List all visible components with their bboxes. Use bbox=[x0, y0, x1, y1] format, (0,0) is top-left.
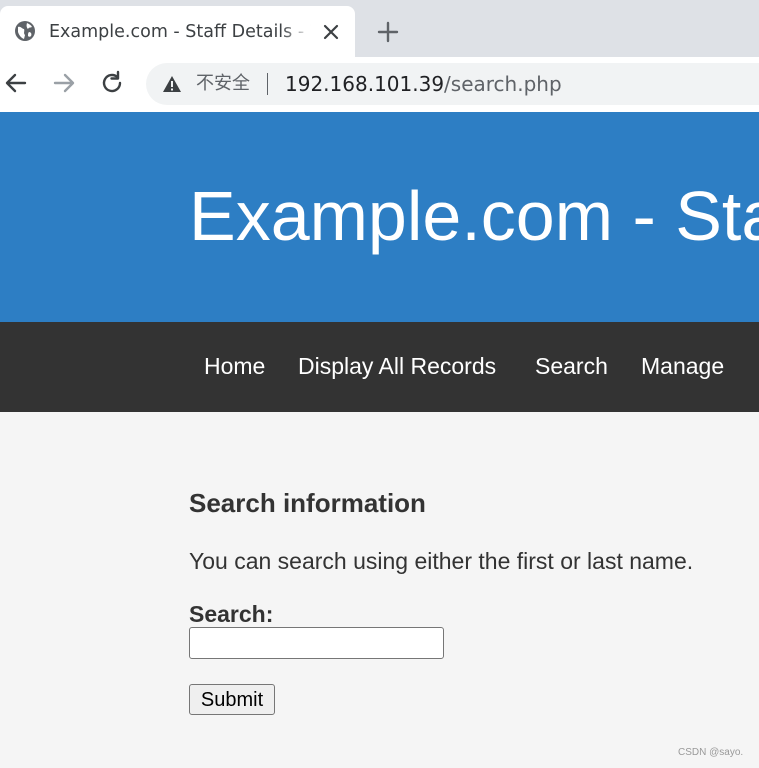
nav-home-link[interactable]: Home bbox=[204, 352, 265, 380]
warning-icon[interactable] bbox=[162, 74, 182, 94]
browser-tabstrip: Example.com - Staff Details - Welcome bbox=[0, 0, 759, 57]
tab-title: Example.com - Staff Details - Welcome bbox=[49, 20, 311, 44]
main-nav: Home Display All Records Search Manage bbox=[0, 322, 759, 412]
forward-arrow-icon[interactable] bbox=[50, 69, 78, 97]
search-input[interactable] bbox=[189, 627, 444, 659]
new-tab-plus-icon[interactable] bbox=[375, 19, 401, 45]
nav-display-all-records-link[interactable]: Display All Records bbox=[298, 352, 496, 380]
not-secure-label: 不安全 bbox=[196, 73, 250, 94]
reload-icon[interactable] bbox=[98, 69, 126, 97]
search-heading: Search information bbox=[189, 488, 426, 518]
search-label: Search: bbox=[189, 601, 274, 627]
close-icon[interactable] bbox=[320, 21, 342, 43]
address-bar[interactable]: 不安全 192.168.101.39/search.php bbox=[146, 63, 759, 105]
url-path: /search.php bbox=[444, 72, 562, 96]
nav-manage-link[interactable]: Manage bbox=[641, 352, 724, 380]
url-text[interactable]: 192.168.101.39/search.php bbox=[285, 71, 562, 97]
site-header: Example.com - Staff Details - Welcome bbox=[0, 112, 759, 322]
url-host: 192.168.101.39 bbox=[285, 72, 445, 96]
watermark: CSDN @sayo. bbox=[678, 747, 744, 758]
nav-search-link[interactable]: Search bbox=[535, 352, 608, 380]
site-title: Example.com - Staff Details - Welcome bbox=[189, 177, 759, 255]
submit-button[interactable]: Submit bbox=[189, 684, 275, 715]
browser-tab[interactable]: Example.com - Staff Details - Welcome bbox=[0, 6, 355, 57]
browser-toolbar: 不安全 192.168.101.39/search.php bbox=[0, 57, 759, 112]
search-description: You can search using either the first or… bbox=[189, 548, 694, 574]
globe-icon bbox=[15, 21, 35, 41]
omnibox-separator bbox=[267, 73, 268, 95]
back-arrow-icon[interactable] bbox=[2, 69, 30, 97]
